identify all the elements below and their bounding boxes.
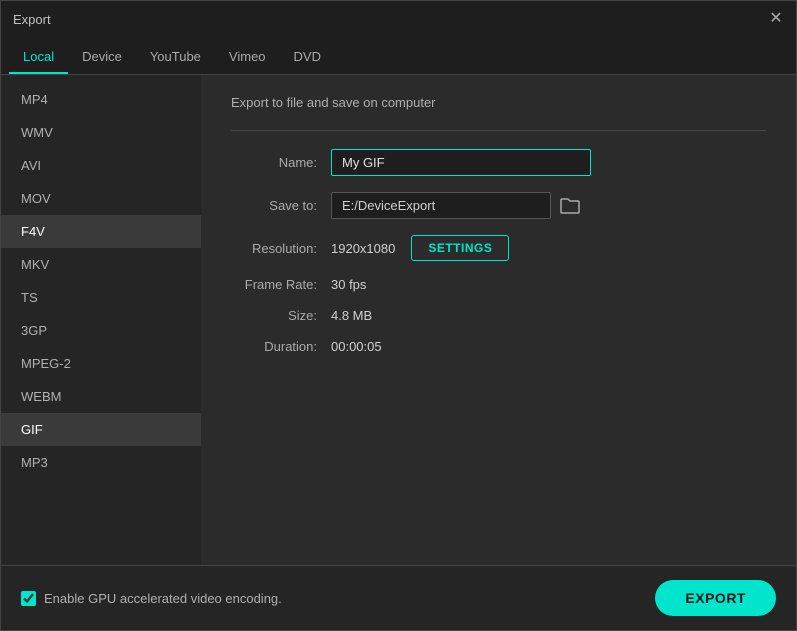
gpu-label: Enable GPU accelerated video encoding.	[44, 591, 282, 606]
close-button[interactable]: ✕	[768, 11, 784, 27]
sidebar-item-f4v[interactable]: F4V	[1, 215, 201, 248]
sidebar-item-mpeg2[interactable]: MPEG-2	[1, 347, 201, 380]
tab-bar: Local Device YouTube Vimeo DVD	[1, 37, 796, 75]
size-row: Size: 4.8 MB	[231, 308, 766, 323]
export-button[interactable]: EXPORT	[655, 580, 776, 616]
save-path-input[interactable]	[331, 192, 551, 219]
save-to-container	[331, 192, 581, 219]
export-window: Export ✕ Local Device YouTube Vimeo DVD …	[0, 0, 797, 631]
sidebar-item-mp4[interactable]: MP4	[1, 83, 201, 116]
sidebar-item-mov[interactable]: MOV	[1, 182, 201, 215]
resolution-row: Resolution: 1920x1080 SETTINGS	[231, 235, 766, 261]
duration-label: Duration:	[231, 339, 331, 354]
duration-row: Duration: 00:00:05	[231, 339, 766, 354]
frame-rate-label: Frame Rate:	[231, 277, 331, 292]
tab-dvd[interactable]: DVD	[280, 41, 335, 74]
divider	[231, 130, 766, 131]
size-value: 4.8 MB	[331, 308, 372, 323]
sidebar-item-ts[interactable]: TS	[1, 281, 201, 314]
frame-rate-value: 30 fps	[331, 277, 366, 292]
save-to-row: Save to:	[231, 192, 766, 219]
sidebar-item-wmv[interactable]: WMV	[1, 116, 201, 149]
sidebar-item-3gp[interactable]: 3GP	[1, 314, 201, 347]
sidebar-item-gif[interactable]: GIF	[1, 413, 201, 446]
sidebar: MP4 WMV AVI MOV F4V MKV TS 3GP	[1, 75, 201, 565]
tab-local[interactable]: Local	[9, 41, 68, 74]
sidebar-item-avi[interactable]: AVI	[1, 149, 201, 182]
size-label: Size:	[231, 308, 331, 323]
footer: Enable GPU accelerated video encoding. E…	[1, 565, 796, 630]
name-row: Name:	[231, 149, 766, 176]
resolution-label: Resolution:	[231, 241, 331, 256]
window-title: Export	[13, 12, 51, 27]
resolution-container: 1920x1080 SETTINGS	[331, 235, 509, 261]
tab-youtube[interactable]: YouTube	[136, 41, 215, 74]
name-input[interactable]	[331, 149, 591, 176]
content-area: Export to file and save on computer Name…	[201, 75, 796, 565]
folder-icon[interactable]	[559, 195, 581, 217]
save-to-label: Save to:	[231, 198, 331, 213]
main-content: MP4 WMV AVI MOV F4V MKV TS 3GP	[1, 75, 796, 565]
gpu-checkbox-row: Enable GPU accelerated video encoding.	[21, 591, 282, 606]
sidebar-item-webm[interactable]: WEBM	[1, 380, 201, 413]
frame-rate-row: Frame Rate: 30 fps	[231, 277, 766, 292]
title-bar: Export ✕	[1, 1, 796, 37]
name-label: Name:	[231, 155, 331, 170]
gpu-checkbox[interactable]	[21, 591, 36, 606]
duration-value: 00:00:05	[331, 339, 382, 354]
section-title: Export to file and save on computer	[231, 95, 766, 110]
tab-device[interactable]: Device	[68, 41, 136, 74]
resolution-value: 1920x1080	[331, 241, 395, 256]
sidebar-item-mp3[interactable]: MP3	[1, 446, 201, 479]
settings-button[interactable]: SETTINGS	[411, 235, 509, 261]
sidebar-item-mkv[interactable]: MKV	[1, 248, 201, 281]
tab-vimeo[interactable]: Vimeo	[215, 41, 280, 74]
